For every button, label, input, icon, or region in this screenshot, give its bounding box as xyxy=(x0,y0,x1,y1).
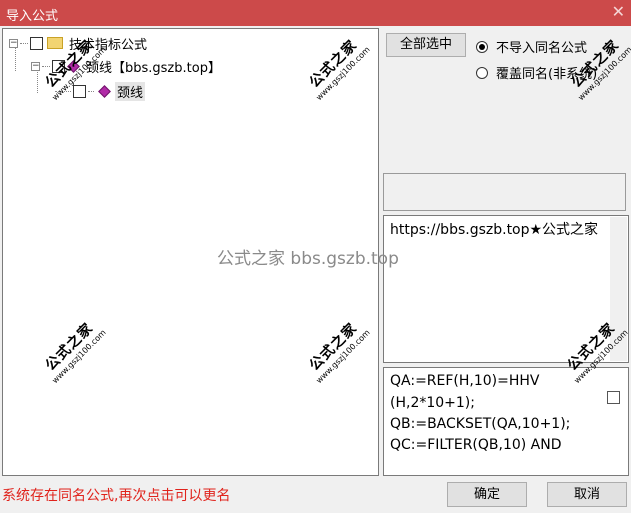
root-label: 技术指标公式 xyxy=(69,37,148,53)
radio-overwrite[interactable]: 覆盖同名(非系统) xyxy=(476,63,597,82)
folder-icon xyxy=(47,37,63,49)
code-checkbox[interactable] xyxy=(607,391,620,404)
description-text: https://bbs.gszb.top★公式之家 xyxy=(390,222,599,238)
indicator-icon xyxy=(67,59,80,73)
code-box[interactable]: QA:=REF(H,10)=HHV (H,2*10+1); QB:=BACKSE… xyxy=(383,367,629,476)
indicator-icon xyxy=(98,84,111,98)
empty-field xyxy=(383,173,626,211)
radio-no-import-label: 不导入同名公式 xyxy=(496,41,588,56)
radio-no-import-button[interactable] xyxy=(476,40,488,53)
group-label: 颈线【bbs.gszb.top】 xyxy=(86,60,221,76)
item-checkbox[interactable] xyxy=(73,84,86,98)
description-box[interactable]: https://bbs.gszb.top★公式之家 xyxy=(383,215,629,363)
code-line: QA:=REF(H,10)=HHV xyxy=(390,373,540,389)
root-checkbox[interactable] xyxy=(30,36,43,50)
formula-tree[interactable]: − 技术指标公式 − 颈线【bbs.gszb.top】 颈线 xyxy=(2,28,379,476)
description-scrollbar[interactable] xyxy=(610,217,627,361)
tree-node-group[interactable]: − 颈线【bbs.gszb.top】 xyxy=(31,56,223,76)
ok-button[interactable]: 确定 xyxy=(447,482,527,507)
status-message: 系统存在同名公式,再次点击可以更名 xyxy=(2,488,231,504)
collapse-icon[interactable]: − xyxy=(9,38,18,48)
group-checkbox[interactable] xyxy=(52,59,65,73)
window-title: 导入公式 xyxy=(6,9,59,24)
tree-node-root[interactable]: − 技术指标公式 xyxy=(9,33,149,53)
code-line: QC:=FILTER(QB,10) AND xyxy=(390,437,562,453)
tree-node-item[interactable]: 颈线 xyxy=(53,81,146,101)
title-bar: 导入公式 ✕ xyxy=(0,0,631,26)
collapse-icon[interactable]: − xyxy=(31,61,40,71)
cancel-button[interactable]: 取消 xyxy=(547,482,627,507)
code-line: (H,2*10+1); xyxy=(390,395,475,411)
item-label: 颈线 xyxy=(115,81,146,101)
select-all-button[interactable]: 全部选中 xyxy=(386,33,466,57)
radio-no-import[interactable]: 不导入同名公式 xyxy=(476,37,587,56)
radio-overwrite-button[interactable] xyxy=(476,66,488,79)
radio-overwrite-label: 覆盖同名(非系统) xyxy=(496,67,598,82)
code-line: QB:=BACKSET(QA,10+1); xyxy=(390,416,571,432)
close-icon[interactable]: ✕ xyxy=(612,2,625,21)
